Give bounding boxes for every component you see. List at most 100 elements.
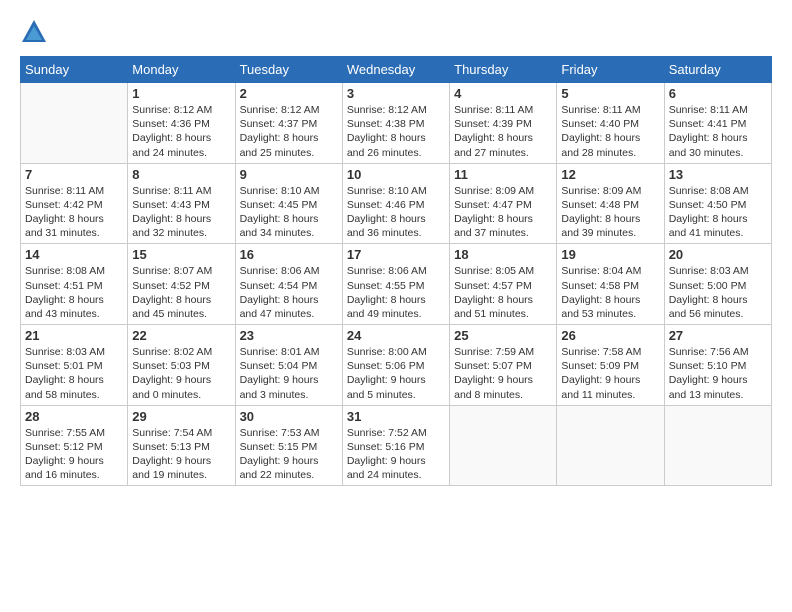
day-number: 17 xyxy=(347,247,445,262)
calendar-cell: 15Sunrise: 8:07 AM Sunset: 4:52 PM Dayli… xyxy=(128,244,235,325)
day-info: Sunrise: 8:12 AM Sunset: 4:38 PM Dayligh… xyxy=(347,103,445,160)
calendar-cell: 5 Sunrise: 8:11 AM Sunset: 4:40 PM Daylig… xyxy=(557,83,664,164)
day-info: Sunrise: 8:05 AM Sunset: 4:57 PM Dayligh… xyxy=(454,264,552,321)
calendar-cell: 8 Sunrise: 8:11 AM Sunset: 4:43 PM Daylig… xyxy=(128,163,235,244)
day-number: 31 xyxy=(347,409,445,424)
calendar-week-row: 7 Sunrise: 8:11 AM Sunset: 4:42 PM Daylig… xyxy=(21,163,772,244)
day-info: Sunrise: 7:58 AM Sunset: 5:09 PM Dayligh… xyxy=(561,345,659,402)
day-info: Sunrise: 8:08 AM Sunset: 4:50 PM Dayligh… xyxy=(669,184,767,241)
day-number: 28 xyxy=(25,409,123,424)
day-number: 14 xyxy=(25,247,123,262)
weekday-header-wednesday: Wednesday xyxy=(342,57,449,83)
calendar-cell xyxy=(450,405,557,486)
day-number: 2 xyxy=(240,86,338,101)
calendar-cell: 16 Sunrise: 8:06 AM Sunset: 4:54 PM Dayli… xyxy=(235,244,342,325)
day-info: Sunrise: 8:10 AM Sunset: 4:46 PM Dayligh… xyxy=(347,184,445,241)
calendar-cell: 2 Sunrise: 8:12 AM Sunset: 4:37 PM Daylig… xyxy=(235,83,342,164)
calendar-week-row: 21 Sunrise: 8:03 AM Sunset: 5:01 PM Dayli… xyxy=(21,325,772,406)
day-info: Sunrise: 8:06 AM Sunset: 4:54 PM Dayligh… xyxy=(240,264,338,321)
calendar-table: SundayMondayTuesdayWednesdayThursdayFrid… xyxy=(20,56,772,486)
weekday-header-thursday: Thursday xyxy=(450,57,557,83)
day-number: 1 xyxy=(132,86,230,101)
calendar-cell xyxy=(557,405,664,486)
calendar-cell: 6 Sunrise: 8:11 AM Sunset: 4:41 PM Daylig… xyxy=(664,83,771,164)
day-number: 27 xyxy=(669,328,767,343)
day-number: 19 xyxy=(561,247,659,262)
day-info: Sunrise: 8:01 AM Sunset: 5:04 PM Dayligh… xyxy=(240,345,338,402)
day-info: Sunrise: 8:11 AM Sunset: 4:42 PM Dayligh… xyxy=(25,184,123,241)
day-info: Sunrise: 8:12 AM Sunset: 4:36 PM Dayligh… xyxy=(132,103,230,160)
day-number: 11 xyxy=(454,167,552,182)
calendar-cell: 11 Sunrise: 8:09 AM Sunset: 4:47 PM Dayli… xyxy=(450,163,557,244)
day-number: 4 xyxy=(454,86,552,101)
calendar-cell: 10 Sunrise: 8:10 AM Sunset: 4:46 PM Dayli… xyxy=(342,163,449,244)
calendar-cell: 30 Sunrise: 7:53 AM Sunset: 5:15 PM Dayli… xyxy=(235,405,342,486)
weekday-header-sunday: Sunday xyxy=(21,57,128,83)
day-info: Sunrise: 8:04 AM Sunset: 4:58 PM Dayligh… xyxy=(561,264,659,321)
day-info: Sunrise: 7:56 AM Sunset: 5:10 PM Dayligh… xyxy=(669,345,767,402)
day-number: 6 xyxy=(669,86,767,101)
calendar-cell: 18 Sunrise: 8:05 AM Sunset: 4:57 PM Dayli… xyxy=(450,244,557,325)
day-info: Sunrise: 7:53 AM Sunset: 5:15 PM Dayligh… xyxy=(240,426,338,483)
day-info: Sunrise: 8:03 AM Sunset: 5:01 PM Dayligh… xyxy=(25,345,123,402)
day-info: Sunrise: 8:11 AM Sunset: 4:43 PM Dayligh… xyxy=(132,184,230,241)
day-info: Sunrise: 8:10 AM Sunset: 4:45 PM Dayligh… xyxy=(240,184,338,241)
day-number: 8 xyxy=(132,167,230,182)
calendar-cell: 4 Sunrise: 8:11 AM Sunset: 4:39 PM Daylig… xyxy=(450,83,557,164)
calendar-cell: 14 Sunrise: 8:08 AM Sunset: 4:51 PM Dayli… xyxy=(21,244,128,325)
day-number: 5 xyxy=(561,86,659,101)
day-info: Sunrise: 8:11 AM Sunset: 4:39 PM Dayligh… xyxy=(454,103,552,160)
day-number: 25 xyxy=(454,328,552,343)
day-number: 12 xyxy=(561,167,659,182)
day-number: 21 xyxy=(25,328,123,343)
calendar-cell: 3 Sunrise: 8:12 AM Sunset: 4:38 PM Daylig… xyxy=(342,83,449,164)
day-info: Sunrise: 8:09 AM Sunset: 4:47 PM Dayligh… xyxy=(454,184,552,241)
day-info: Sunrise: 7:59 AM Sunset: 5:07 PM Dayligh… xyxy=(454,345,552,402)
day-number: 26 xyxy=(561,328,659,343)
day-info: Sunrise: 8:06 AM Sunset: 4:55 PM Dayligh… xyxy=(347,264,445,321)
weekday-header-monday: Monday xyxy=(128,57,235,83)
day-info: Sunrise: 7:52 AM Sunset: 5:16 PM Dayligh… xyxy=(347,426,445,483)
day-number: 20 xyxy=(669,247,767,262)
calendar-cell: 24 Sunrise: 8:00 AM Sunset: 5:06 PM Dayli… xyxy=(342,325,449,406)
day-number: 10 xyxy=(347,167,445,182)
day-number: 23 xyxy=(240,328,338,343)
page: SundayMondayTuesdayWednesdayThursdayFrid… xyxy=(0,0,792,612)
calendar-cell: 9 Sunrise: 8:10 AM Sunset: 4:45 PM Daylig… xyxy=(235,163,342,244)
calendar-week-row: 28 Sunrise: 7:55 AM Sunset: 5:12 PM Dayli… xyxy=(21,405,772,486)
day-info: Sunrise: 8:12 AM Sunset: 4:37 PM Dayligh… xyxy=(240,103,338,160)
calendar-cell: 23 Sunrise: 8:01 AM Sunset: 5:04 PM Dayli… xyxy=(235,325,342,406)
day-info: Sunrise: 8:09 AM Sunset: 4:48 PM Dayligh… xyxy=(561,184,659,241)
day-number: 13 xyxy=(669,167,767,182)
header xyxy=(20,18,772,46)
day-info: Sunrise: 8:08 AM Sunset: 4:51 PM Dayligh… xyxy=(25,264,123,321)
day-number: 7 xyxy=(25,167,123,182)
calendar-cell: 26 Sunrise: 7:58 AM Sunset: 5:09 PM Dayli… xyxy=(557,325,664,406)
day-number: 18 xyxy=(454,247,552,262)
calendar-cell: 27 Sunrise: 7:56 AM Sunset: 5:10 PM Dayli… xyxy=(664,325,771,406)
day-info: Sunrise: 7:55 AM Sunset: 5:12 PM Dayligh… xyxy=(25,426,123,483)
logo xyxy=(20,18,52,46)
day-number: 16 xyxy=(240,247,338,262)
day-number: 15 xyxy=(132,247,230,262)
weekday-header-row: SundayMondayTuesdayWednesdayThursdayFrid… xyxy=(21,57,772,83)
logo-icon xyxy=(20,18,48,46)
day-number: 24 xyxy=(347,328,445,343)
calendar-cell: 29Sunrise: 7:54 AM Sunset: 5:13 PM Dayli… xyxy=(128,405,235,486)
day-number: 22 xyxy=(132,328,230,343)
day-info: Sunrise: 8:11 AM Sunset: 4:40 PM Dayligh… xyxy=(561,103,659,160)
day-info: Sunrise: 8:00 AM Sunset: 5:06 PM Dayligh… xyxy=(347,345,445,402)
day-number: 9 xyxy=(240,167,338,182)
day-number: 30 xyxy=(240,409,338,424)
day-number: 29 xyxy=(132,409,230,424)
calendar-cell: 1 Sunrise: 8:12 AM Sunset: 4:36 PM Daylig… xyxy=(128,83,235,164)
weekday-header-tuesday: Tuesday xyxy=(235,57,342,83)
calendar-cell: 19 Sunrise: 8:04 AM Sunset: 4:58 PM Dayli… xyxy=(557,244,664,325)
calendar-cell: 31 Sunrise: 7:52 AM Sunset: 5:16 PM Dayli… xyxy=(342,405,449,486)
day-number: 3 xyxy=(347,86,445,101)
calendar-cell: 12 Sunrise: 8:09 AM Sunset: 4:48 PM Dayli… xyxy=(557,163,664,244)
calendar-cell: 28 Sunrise: 7:55 AM Sunset: 5:12 PM Dayli… xyxy=(21,405,128,486)
calendar-cell: 7 Sunrise: 8:11 AM Sunset: 4:42 PM Daylig… xyxy=(21,163,128,244)
day-info: Sunrise: 8:11 AM Sunset: 4:41 PM Dayligh… xyxy=(669,103,767,160)
calendar-cell xyxy=(21,83,128,164)
